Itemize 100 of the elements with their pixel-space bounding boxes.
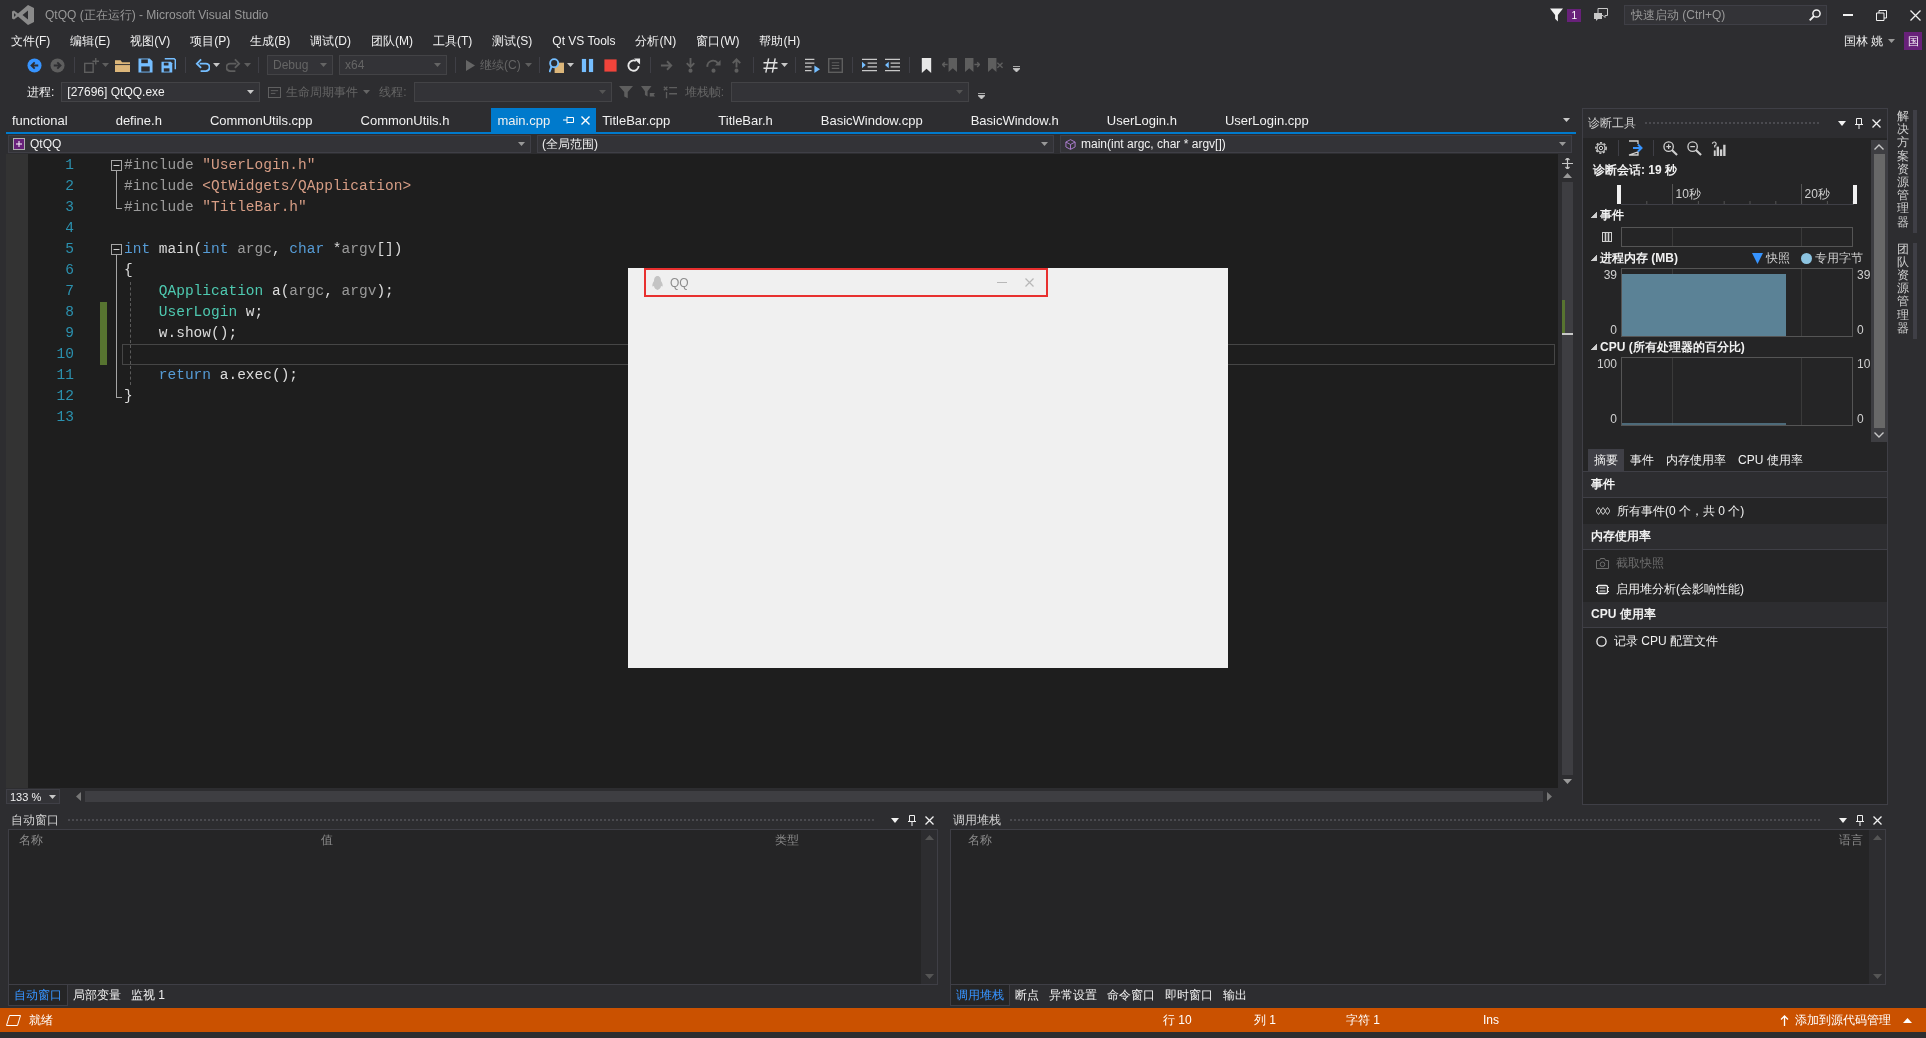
search-icon[interactable] (1809, 9, 1821, 21)
dropdown[interactable]: [27696] QtQQ.exe (61, 82, 261, 102)
scroll-up-icon[interactable] (1874, 144, 1884, 150)
menu-item[interactable]: 调试(D) (300, 30, 361, 52)
funnel-icon[interactable] (1550, 8, 1564, 22)
settings-icon[interactable] (1593, 140, 1609, 156)
pin-icon[interactable] (1856, 814, 1864, 826)
panel-tab[interactable]: 自动窗口 (8, 985, 68, 1006)
pin-icon[interactable] (908, 814, 916, 826)
panel-tab[interactable]: 调用堆栈 (950, 985, 1010, 1006)
pin-icon[interactable] (1855, 118, 1863, 129)
side-tab[interactable]: 团队资源管理器 (1891, 242, 1917, 339)
column-header[interactable]: 语言 (1839, 832, 1863, 849)
menu-item[interactable]: 编辑(E) (60, 30, 121, 52)
panel-tab[interactable]: 断点 (1010, 985, 1044, 1006)
overflow-icon[interactable] (1012, 66, 1020, 72)
menu-item[interactable]: 帮助(H) (749, 30, 811, 52)
zoom-out-icon[interactable] (1687, 140, 1702, 156)
panel-tab[interactable]: 事件 (1624, 449, 1660, 471)
camera-icon[interactable] (1596, 557, 1609, 569)
caret-icon[interactable] (891, 817, 899, 823)
zoom-dropdown[interactable]: 133 % (6, 789, 60, 804)
scroll-down-icon[interactable] (1874, 432, 1884, 438)
document-tab[interactable]: functional (6, 108, 110, 132)
vertical-scrollbar[interactable] (1871, 140, 1887, 442)
panel-tab[interactable]: CPU 使用率 (1732, 449, 1809, 471)
menu-item[interactable]: 文件(F) (1, 30, 61, 52)
floppy-disks-icon[interactable] (161, 57, 176, 73)
document-tab[interactable]: TitleBar.cpp (596, 108, 713, 132)
panel-tab[interactable]: 异常设置 (1044, 985, 1102, 1006)
caret-icon[interactable] (1563, 118, 1570, 122)
action-link[interactable]: 所有事件(0 个，共 0 个) (1617, 502, 1745, 520)
memory-chip-icon[interactable] (1596, 583, 1609, 595)
document-tab[interactable]: TitleBar.h (712, 108, 815, 132)
document-tab[interactable]: define.h (109, 108, 204, 132)
scrollbar-thumb[interactable] (1873, 154, 1885, 428)
caret-up-icon[interactable] (1903, 1017, 1912, 1023)
pause-icon[interactable] (1602, 231, 1612, 242)
menu-item[interactable]: 测试(S) (482, 30, 543, 52)
outdent-icon[interactable] (884, 57, 900, 73)
range-start-handle[interactable] (1617, 185, 1621, 204)
range-end-handle[interactable] (1853, 185, 1857, 204)
split-handle-icon[interactable] (1561, 158, 1573, 169)
panel-tab[interactable]: 局部变量 (68, 985, 126, 1006)
menu-item[interactable]: 工具(T) (423, 30, 483, 52)
caret-icon[interactable] (49, 794, 56, 799)
thread-list-icon[interactable] (804, 57, 820, 73)
source-control-button[interactable]: 添加到源代码管理 (1795, 1011, 1891, 1029)
scroll-left-icon[interactable] (76, 792, 81, 801)
document-tab[interactable]: CommonUtils.h (354, 108, 492, 132)
caret-icon[interactable] (247, 90, 255, 94)
zoom-in-icon[interactable] (1663, 140, 1678, 156)
collapse-icon[interactable] (111, 160, 122, 171)
panel-tab[interactable]: 命令窗口 (1102, 985, 1160, 1006)
document-tab[interactable]: BasicWindow.h (964, 108, 1101, 132)
caret-icon[interactable] (1888, 39, 1895, 43)
menu-item[interactable]: 项目(P) (180, 30, 241, 52)
menu-item[interactable]: 分析(N) (625, 30, 687, 52)
caret-icon[interactable] (780, 63, 788, 67)
caret-icon[interactable] (213, 63, 220, 67)
caret-icon[interactable] (1839, 817, 1847, 823)
column-header[interactable]: 值 (321, 832, 333, 849)
column-header[interactable]: 类型 (775, 832, 799, 849)
bar-chart-icon[interactable] (1711, 140, 1726, 156)
action-link[interactable]: 启用堆分析(会影响性能) (1616, 580, 1744, 598)
user-avatar[interactable]: 国 (1904, 32, 1922, 50)
notification-badge[interactable]: 1 (1567, 8, 1581, 22)
column-header[interactable]: 名称 (19, 832, 43, 849)
scroll-right-icon[interactable] (1547, 792, 1552, 801)
scroll-up-icon[interactable] (1562, 173, 1572, 178)
caret-icon[interactable] (1838, 121, 1846, 126)
action-link[interactable]: 记录 CPU 配置文件 (1614, 632, 1718, 650)
restart-icon[interactable] (625, 57, 641, 73)
project-dropdown[interactable]: QtQQ (8, 135, 531, 153)
expander-icon[interactable] (1591, 344, 1597, 350)
expander-icon[interactable] (1591, 255, 1597, 261)
side-tab[interactable]: 解决方案资源管理器 (1891, 110, 1917, 233)
overflow-icon[interactable] (978, 93, 986, 99)
menu-item[interactable]: 窗口(W) (686, 30, 750, 52)
quick-launch-field[interactable]: 快速启动 (Ctrl+Q) (1624, 5, 1827, 25)
panel-tab[interactable]: 摘要 (1588, 449, 1624, 471)
panel-tab[interactable]: 即时窗口 (1160, 985, 1218, 1006)
document-tab[interactable]: UserLogin.h (1100, 108, 1219, 132)
member-dropdown[interactable]: main(int argc, char * argv[]) (1060, 135, 1572, 153)
panel-tab[interactable]: 输出 (1218, 985, 1252, 1006)
pause-icon[interactable] (579, 57, 595, 73)
stop-icon[interactable] (602, 57, 618, 73)
expander-icon[interactable] (1591, 212, 1597, 218)
scroll-down-icon[interactable] (1562, 779, 1572, 784)
document-tab[interactable]: BasicWindow.cpp (814, 108, 965, 132)
indent-icon[interactable] (861, 57, 877, 73)
document-tab[interactable]: UserLogin.cpp (1218, 108, 1351, 132)
magnifier-window-icon[interactable] (548, 57, 564, 73)
folder-icon[interactable] (115, 57, 130, 73)
panel-tab[interactable]: 内存使用率 (1660, 449, 1732, 471)
restore-icon[interactable] (1876, 9, 1887, 21)
diamond-chain-icon[interactable] (1596, 507, 1610, 515)
undo-arrow-icon[interactable] (195, 57, 210, 73)
scrollbar-thumb[interactable] (1561, 182, 1573, 775)
hash-icon[interactable] (762, 57, 778, 73)
